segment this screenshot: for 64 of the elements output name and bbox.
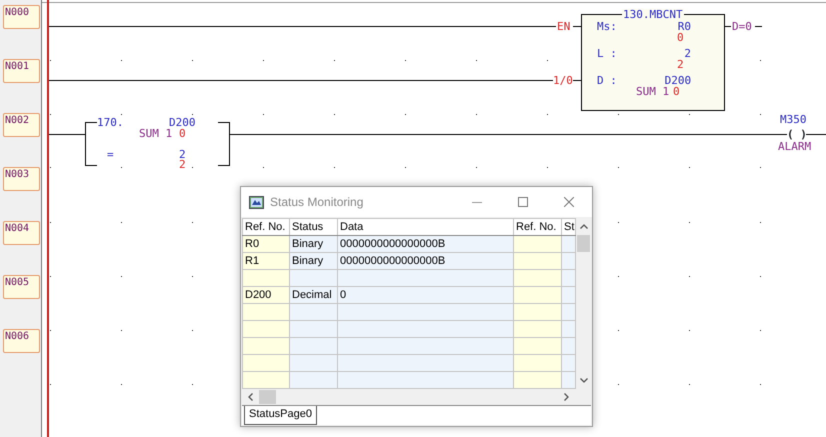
network-label[interactable]: N004 — [3, 221, 40, 245]
network-label[interactable]: N006 — [3, 329, 40, 353]
app-icon — [249, 196, 264, 208]
current-value: 0 — [179, 128, 186, 139]
wire — [573, 26, 581, 27]
scroll-down-icon[interactable] — [580, 378, 588, 383]
current-value: 0 — [677, 32, 684, 43]
wire — [755, 26, 762, 27]
bracket — [85, 122, 97, 166]
coil: ( ) — [787, 129, 807, 140]
column-header[interactable]: Data — [338, 218, 514, 236]
operator: = — [107, 149, 114, 160]
column-header[interactable]: Status — [290, 218, 338, 236]
comment: ALARM — [778, 141, 812, 152]
operand: 2 — [684, 48, 692, 59]
comment: SUM 1 — [139, 128, 172, 139]
network-label[interactable]: N001 — [3, 59, 40, 83]
parameter-label: D : — [597, 75, 617, 86]
block-title: 130.MBCNT — [622, 9, 684, 20]
network-label[interactable]: N002 — [3, 113, 40, 137]
wire — [725, 26, 731, 27]
column-header[interactable]: Ref. No. — [242, 218, 290, 236]
network-label[interactable]: N005 — [3, 275, 40, 299]
network-label[interactable]: N000 — [3, 5, 40, 29]
operand: R0 — [678, 21, 692, 32]
parameter-label: Ms: — [597, 21, 617, 32]
table-cell: R0 — [242, 236, 290, 252]
table-cell: 0 — [338, 286, 514, 304]
operand: 2 — [179, 149, 186, 160]
bracket — [218, 122, 230, 166]
wire — [573, 80, 581, 81]
table-cell: Binary — [290, 252, 338, 270]
output-label: D=0 — [732, 21, 752, 32]
table-cell: 0000000000000000B — [338, 236, 514, 252]
input-label: EN — [557, 21, 570, 32]
current-value: 2 — [179, 159, 186, 170]
close-icon[interactable] — [564, 197, 574, 207]
table-cell: Decimal — [290, 286, 338, 304]
coil-address: M350 — [780, 114, 806, 125]
scroll-up-icon[interactable] — [580, 224, 588, 229]
current-value: 2 — [677, 59, 684, 70]
table-cell: D200 — [242, 286, 290, 304]
input-label: 1/0 — [553, 75, 573, 86]
window-title: Status Monitoring — [270, 196, 364, 208]
block-number: 170. — [97, 117, 124, 128]
table-cell: 0000000000000000B — [338, 252, 514, 270]
scroll-left-icon[interactable] — [248, 393, 253, 401]
column-header[interactable]: St — [562, 218, 576, 236]
scroll-thumb[interactable] — [259, 390, 276, 404]
table-cell: Binary — [290, 236, 338, 252]
current-value: 0 — [673, 86, 680, 97]
parameter-label: L : — [597, 48, 617, 59]
operand: D200 — [169, 117, 196, 128]
column-header[interactable]: Ref. No. — [514, 218, 562, 236]
wire — [49, 134, 85, 135]
scroll-thumb[interactable] — [577, 235, 590, 252]
maximize-icon[interactable] — [518, 197, 528, 207]
table-cell: R1 — [242, 252, 290, 270]
comment: SUM 1 — [636, 86, 670, 97]
operand: D200 — [664, 75, 692, 86]
scroll-right-icon[interactable] — [564, 393, 569, 401]
wire — [806, 134, 826, 135]
sheet-tab[interactable]: StatusPage0 — [244, 406, 317, 425]
network-label[interactable]: N003 — [3, 167, 40, 191]
